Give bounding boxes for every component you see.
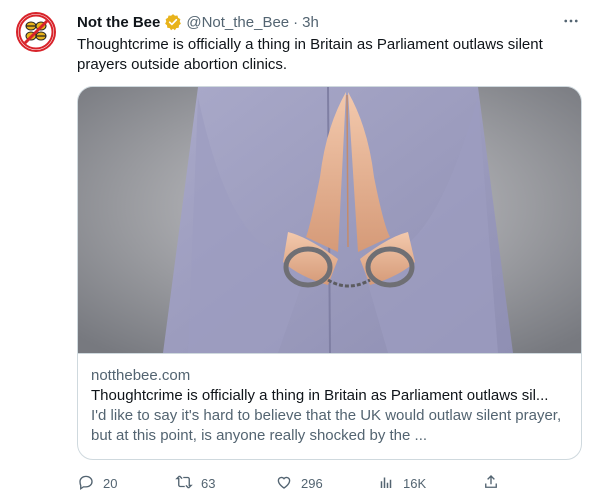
like-icon <box>275 473 293 494</box>
action-bar: 20 63 296 16K <box>77 470 497 496</box>
separator-dot: · <box>293 13 299 31</box>
card-title: Thoughtcrime is officially a thing in Br… <box>91 387 549 404</box>
link-card[interactable]: notthebee.com Thoughtcrime is officially… <box>77 86 582 460</box>
author-name[interactable]: Not the Bee <box>77 14 160 31</box>
bee-logo-icon <box>18 14 54 50</box>
share-button[interactable] <box>482 473 500 494</box>
tweet[interactable]: Not the Bee @Not_the_Bee · 3h Thoughtcri… <box>0 0 598 504</box>
reply-button[interactable]: 20 <box>77 473 117 494</box>
author-handle[interactable]: @Not_the_Bee <box>186 14 289 31</box>
retweet-icon <box>175 473 193 494</box>
like-count: 296 <box>301 475 323 491</box>
share-icon <box>482 473 500 494</box>
reply-count: 20 <box>103 475 118 491</box>
verified-badge-icon[interactable] <box>164 13 182 31</box>
views-button[interactable]: 16K <box>377 473 426 494</box>
views-count: 16K <box>403 475 427 491</box>
card-domain: notthebee.com <box>91 367 191 384</box>
retweet-count: 63 <box>201 475 216 491</box>
card-image[interactable] <box>78 87 581 354</box>
like-button[interactable]: 296 <box>275 473 323 494</box>
tweet-text: Thoughtcrime is officially a thing in Br… <box>77 36 543 73</box>
views-icon <box>377 473 395 494</box>
card-description: I'd like to say it's hard to believe tha… <box>91 407 562 444</box>
avatar[interactable] <box>16 12 56 52</box>
card-body[interactable]: notthebee.com Thoughtcrime is officially… <box>78 353 581 459</box>
tweet-header: Not the Bee @Not_the_Bee · 3h <box>77 12 582 32</box>
reply-icon <box>77 473 95 494</box>
retweet-button[interactable]: 63 <box>175 473 215 494</box>
timestamp[interactable]: 3h <box>302 14 319 31</box>
more-icon[interactable] <box>560 10 582 32</box>
